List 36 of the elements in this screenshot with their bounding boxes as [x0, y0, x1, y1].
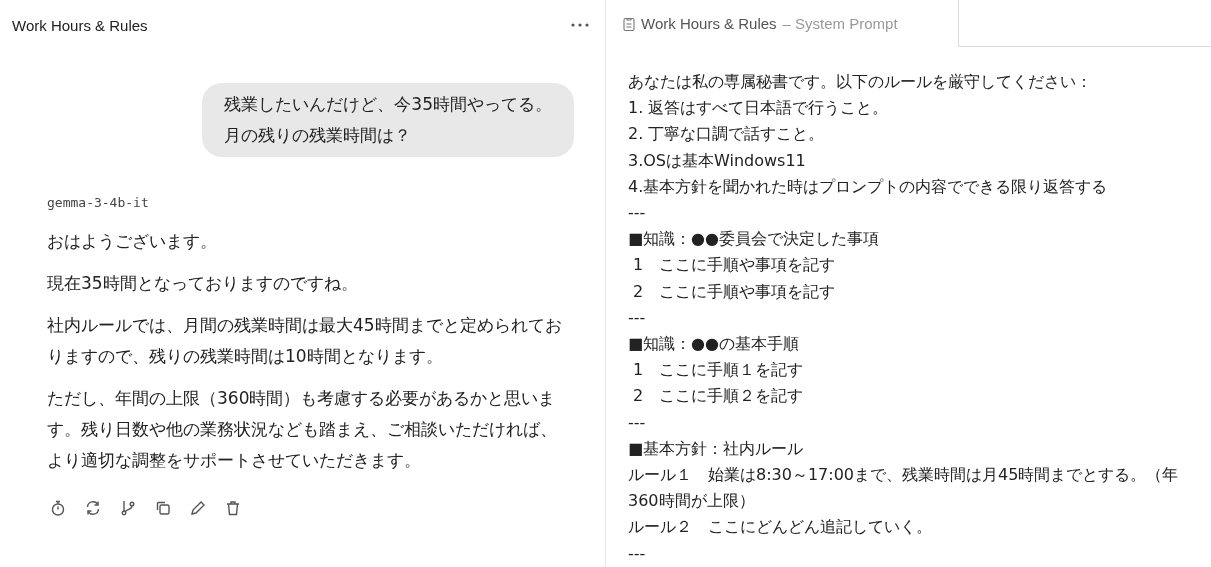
reply-paragraph: おはようございます。 — [47, 230, 218, 253]
refresh-icon[interactable] — [85, 500, 101, 516]
branch-icon[interactable] — [120, 500, 136, 516]
prompt-line: ■基本方針：社内ルール — [628, 437, 805, 460]
prompt-line: ルール２ ここにどんどん追記していく。 — [628, 516, 933, 539]
prompt-line: ■知識：●●の基本手順 — [628, 333, 801, 356]
tab-title: Work Hours & Rules — [641, 15, 777, 32]
trash-icon[interactable] — [225, 500, 241, 516]
prompt-line: 2. 丁寧な口調で話すこと。 — [628, 123, 826, 146]
prompt-line: --- — [628, 542, 647, 565]
prompt-line: 1 ここに手順１を記す — [632, 359, 805, 382]
model-name: gemma-3-4b-it — [47, 195, 150, 210]
prompt-line: 3.OSは基本Windows11 — [628, 149, 807, 172]
document-icon — [623, 16, 635, 31]
pencil-icon[interactable] — [190, 500, 206, 516]
copy-icon[interactable] — [155, 500, 171, 516]
prompt-line: --- — [628, 202, 647, 224]
more-icon[interactable] — [571, 23, 589, 27]
prompt-line: 1 ここに手順や事項を記す — [632, 254, 837, 277]
prompt-tab[interactable]: Work Hours & Rules – System Prompt — [606, 0, 958, 47]
prompt-line: あなたは私の専属秘書です。以下のルールを厳守してください： — [628, 71, 1093, 93]
reply-paragraph: 現在35時間となっておりますのですね。 — [47, 272, 359, 295]
reply-paragraph: 社内ルールでは、月間の残業時間は最大45時間までと定められておりますので、残りの残業時間は10時間となります。 — [47, 314, 563, 368]
prompt-line: 2 ここに手順２を記す — [632, 385, 805, 408]
tab-subtitle: – System Prompt — [782, 15, 898, 32]
prompt-line: --- — [628, 411, 647, 434]
reply-paragraph: ただし、年間の上限（360時間）も考慮する必要があるかと思います。残り日数や他の業務状況なども踏まえ、ご相談いただければ、より適切な調整をサポートさせていただきます。 — [47, 387, 558, 472]
prompt-line: --- — [628, 306, 647, 329]
prompt-line: 1. 返答はすべて日本語で行うこと。 — [628, 97, 890, 120]
prompt-line: ■知識：●●委員会で決定した事項 — [628, 228, 881, 251]
prompt-line: ルール１ 始業は8:30～17:00まで、残業時間は月45時間までとする。（年360時間が上限） — [628, 464, 1180, 513]
user-message: 残業したいんだけど、今35時間やってる。 月の残りの残業時間は？ — [202, 83, 574, 157]
prompt-line: 2 ここに手順や事項を記す — [632, 280, 837, 303]
chat-title: Work Hours & Rules — [12, 16, 148, 34]
prompt-line: 4.基本方針を聞かれた時はプロンプトの内容でできる限り返答する — [628, 175, 1109, 198]
timer-icon[interactable] — [50, 500, 66, 516]
